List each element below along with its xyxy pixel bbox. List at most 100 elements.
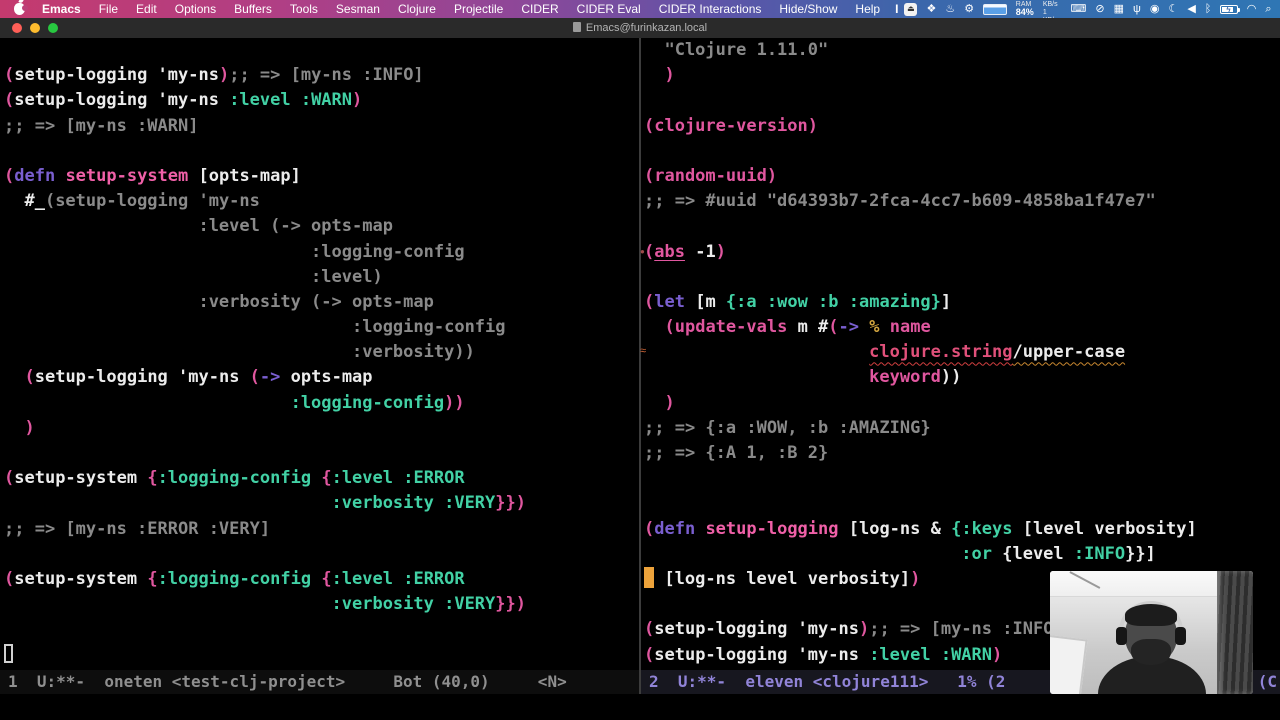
webcam-headphone-cup: [1116, 627, 1127, 645]
code-line: (setup-logging 'my-ns);; => [my-ns :INFO…: [4, 65, 424, 86]
menu-item-sesman[interactable]: Sesman: [327, 2, 389, 16]
menu-items: Emacs File Edit Options Buffers Tools Sesman Cl…: [8, 2, 889, 16]
window-title: Emacs@furinkazan.local: [0, 22, 1280, 34]
code-line: :or {level :INFO}}]: [961, 543, 1156, 564]
input-source-icon[interactable]: ▦: [1114, 3, 1124, 15]
code-line: [4, 643, 635, 668]
document-icon: [572, 22, 581, 32]
code-line: :level): [4, 266, 383, 287]
code-line: ;; => [my-ns :WARN]: [4, 115, 199, 136]
code-line: (let [m {:a :wow :b :amazing}]: [644, 291, 952, 312]
left-buffer-test-clj-project[interactable]: (setup-logging 'my-ns);; => [my-ns :INFO…: [4, 38, 635, 668]
keyboard-icon[interactable]: ⌨: [1070, 3, 1086, 15]
webcam-curtain: [1217, 571, 1253, 694]
menu-item-tools[interactable]: Tools: [281, 2, 327, 16]
moon-icon[interactable]: ☾: [1168, 3, 1178, 15]
code-line: "Clojure 1.11.0": [644, 40, 829, 60]
menu-item-cider-interactions[interactable]: CIDER Interactions: [650, 2, 771, 16]
code-line: ;; => {:a :WOW, :b :AMAZING}: [644, 417, 931, 438]
code-line: :logging-config: [4, 241, 465, 262]
wifi-icon[interactable]: ◠: [1247, 3, 1257, 15]
menu-item-clojure[interactable]: Clojure: [389, 2, 445, 16]
macos-menu-bar: Emacs File Edit Options Buffers Tools Sesman Cl…: [0, 0, 1280, 24]
battery-charging-icon[interactable]: ϟ: [1220, 4, 1241, 14]
extension-icon[interactable]: ❖: [926, 3, 936, 15]
code-line: (random-uuid): [644, 165, 778, 186]
apple-menu-icon[interactable]: [14, 3, 28, 15]
menu-item-buffers[interactable]: Buffers: [225, 2, 281, 16]
code-line: :logging-config: [4, 317, 506, 338]
hollow-cursor: [4, 643, 13, 663]
webcam-overlay: [1050, 571, 1253, 694]
text-cursor-icon: I: [895, 2, 899, 16]
menu-item-file[interactable]: File: [90, 2, 127, 16]
flycheck-error-fringe-icon: ≈: [640, 345, 647, 357]
ram-gauge-icon[interactable]: [983, 3, 1007, 15]
code-line: (setup-system {:logging-config {:level :…: [4, 468, 465, 489]
code-line: ;; => [my-ns :ERROR :VERY]: [4, 518, 271, 539]
code-line: :verbosity)): [4, 342, 475, 363]
webcam-person-beard: [1131, 639, 1171, 665]
emacs-title-bar: Emacs@furinkazan.local: [0, 18, 1280, 38]
code-line: :verbosity :VERY}}): [331, 493, 526, 514]
code-line: :verbosity :VERY}}): [331, 594, 526, 615]
code-line: (setup-logging 'my-ns :level :WARN): [4, 90, 363, 111]
ram-value: 84%: [1015, 7, 1034, 17]
modeline-mode-tail: (C: [1257, 672, 1277, 691]
net-up: 1 KB/s: [1042, 1, 1058, 8]
code-line: (update-vals m #(-> % name: [664, 317, 931, 338]
modeline-inactive[interactable]: 1 U:**- oneten <test-clj-project> Bot (4…: [0, 670, 639, 694]
gear-icon[interactable]: ⚙: [964, 3, 974, 15]
code-line: ): [644, 65, 675, 86]
menu-item-projectile[interactable]: Projectile: [445, 2, 512, 16]
play-circle-icon[interactable]: ◉: [1150, 3, 1160, 15]
code-line: (setup-logging 'my-ns (-> opts-map: [24, 367, 373, 388]
code-line: (defn setup-logging [log-ns & {:keys [le…: [644, 518, 1197, 539]
usb-icon[interactable]: ψ: [1133, 3, 1141, 15]
menu-item-help[interactable]: Help: [846, 2, 889, 16]
code-line: :logging-config)): [290, 392, 465, 413]
menu-app-icon[interactable]: ⏏: [904, 2, 918, 16]
code-line: (setup-system {:logging-config {:level :…: [4, 568, 465, 589]
search-icon[interactable]: ⌕: [1265, 3, 1271, 15]
webcam-headphone-cup: [1175, 627, 1186, 645]
window-divider[interactable]: [639, 38, 641, 694]
code-line: ;; => #uuid "d64393b7-2fca-4cc7-b609-485…: [644, 191, 1156, 212]
ram-readout[interactable]: RAM 84%: [1016, 1, 1034, 17]
menu-item-options[interactable]: Options: [166, 2, 225, 16]
code-line: (abs -1): [644, 241, 726, 262]
code-line: :verbosity (-> opts-map: [4, 291, 434, 312]
code-line: ): [664, 392, 675, 413]
menu-item-edit[interactable]: Edit: [127, 2, 166, 16]
dnd-icon[interactable]: ⊘: [1095, 3, 1104, 15]
webcam-whiteboard: [1050, 634, 1088, 694]
code-line: :level (-> opts-map: [4, 216, 393, 237]
webcam-person-hair: [1125, 604, 1177, 626]
menu-item-cider-eval[interactable]: CIDER Eval: [568, 2, 650, 16]
code-line: (clojure-version): [644, 115, 818, 136]
code-line: #_(setup-logging 'my-ns: [4, 191, 260, 212]
menu-item-cider[interactable]: CIDER: [512, 2, 567, 16]
caffeine-icon[interactable]: ♨: [945, 3, 955, 15]
menu-item-emacs[interactable]: Emacs: [33, 2, 90, 16]
block-cursor: [644, 566, 655, 588]
volume-icon[interactable]: ◀: [1187, 3, 1195, 15]
bluetooth-icon[interactable]: ᛒ: [1205, 3, 1212, 15]
code-line: (defn setup-system [opts-map]: [4, 165, 301, 186]
menu-item-hide-show[interactable]: Hide/Show: [770, 2, 846, 16]
code-line: keyword)): [869, 367, 962, 388]
code-line: clojure.string/upper-case: [869, 342, 1126, 363]
code-line: ): [24, 417, 35, 438]
code-line: ;; => {:A 1, :B 2}: [644, 443, 829, 463]
